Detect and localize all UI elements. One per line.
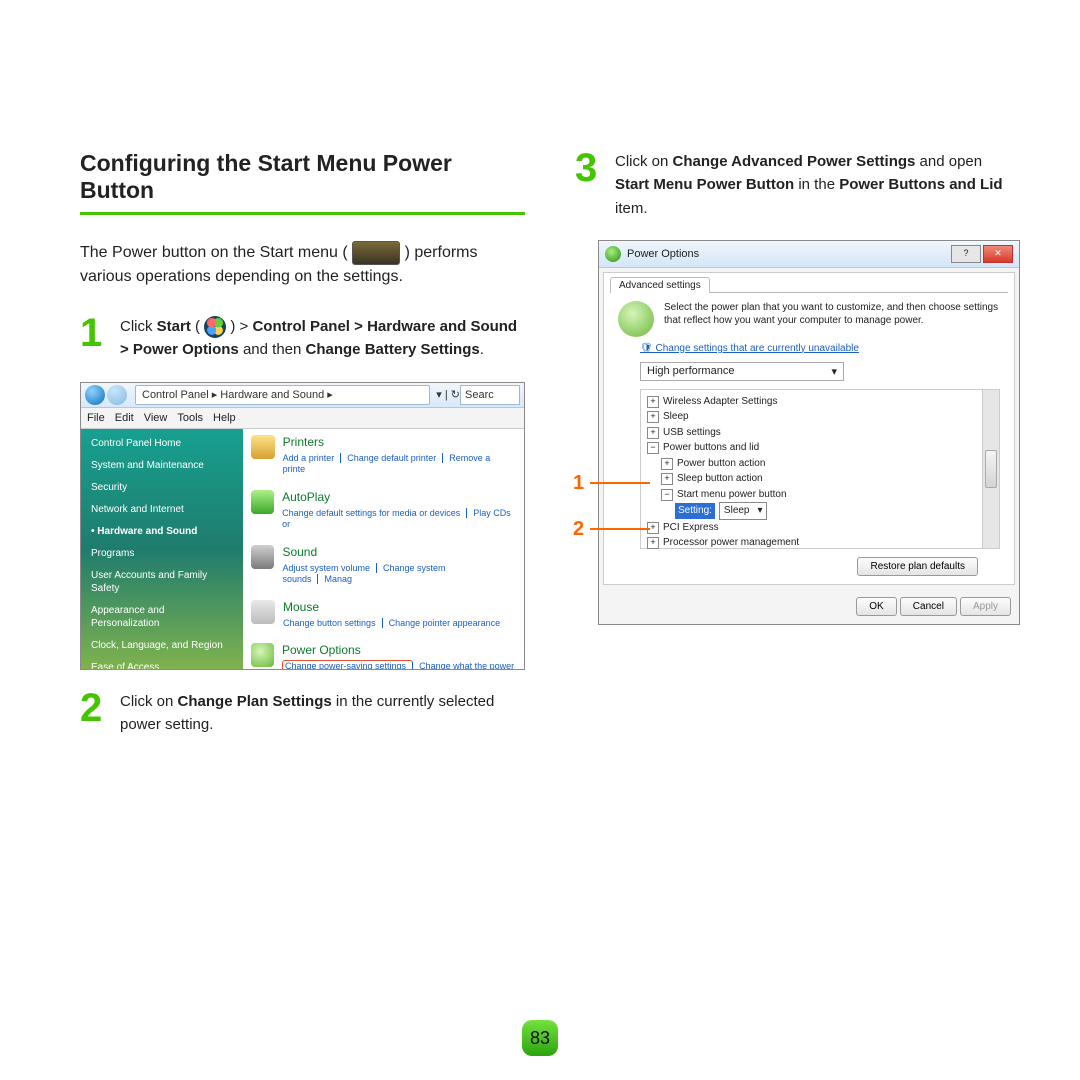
plan-description: Select the power plan that you want to c… <box>664 301 1000 337</box>
back-button-icon <box>85 385 105 405</box>
highlighted-link: Change power-saving settings <box>282 660 413 670</box>
battery-icon <box>618 301 654 337</box>
printer-icon <box>251 435 275 459</box>
scrollbar <box>982 390 999 548</box>
apply-button: Apply <box>960 597 1011 616</box>
ok-button: OK <box>856 597 896 616</box>
power-icon <box>251 643 274 667</box>
dialog-title: Power Options <box>627 248 699 260</box>
menu-bar: FileEditViewToolsHelp <box>81 408 524 429</box>
step-number: 3 <box>575 150 605 220</box>
start-orb-icon <box>204 316 226 338</box>
plan-dropdown: High performance▾ <box>640 362 844 381</box>
help-button-icon: ? <box>951 245 981 263</box>
intro-text: The Power button on the Start menu ( ) p… <box>80 241 525 289</box>
power-button-thumbnail-icon <box>352 241 400 265</box>
forward-button-icon <box>107 385 127 405</box>
tab-advanced-settings: Advanced settings <box>610 277 710 293</box>
section-heading: Configuring the Start Menu Power Button <box>80 150 525 215</box>
cancel-button: Cancel <box>900 597 957 616</box>
content-area: Printers Add a printerChange default pri… <box>243 429 524 669</box>
callout-1: 1 <box>573 472 650 495</box>
page-number: 83 <box>522 1020 558 1056</box>
uac-link: Change settings that are currently unava… <box>640 343 1000 354</box>
control-panel-screenshot: Control Panel ▸ Hardware and Sound ▸ ▾ |… <box>80 382 525 670</box>
step-3: 3 Click on Change Advanced Power Setting… <box>575 150 1020 220</box>
step-number: 2 <box>80 690 110 737</box>
close-button-icon: ✕ <box>983 245 1013 263</box>
power-options-dialog: Power Options ? ✕ Advanced settings Sele… <box>598 240 1020 625</box>
autoplay-icon <box>251 490 274 514</box>
setting-value-dropdown: Sleep <box>719 502 767 520</box>
power-options-icon <box>605 246 621 262</box>
sound-icon <box>251 545 274 569</box>
settings-tree: +Wireless Adapter Settings +Sleep +USB s… <box>640 389 1000 549</box>
address-bar: Control Panel ▸ Hardware and Sound ▸ <box>135 385 430 405</box>
search-box: Searc <box>460 385 520 405</box>
step-2: 2 Click on Change Plan Settings in the c… <box>80 690 525 737</box>
step-1: 1 Click Start ( ) > Control Panel > Hard… <box>80 315 525 362</box>
step-number: 1 <box>80 315 110 362</box>
callout-2: 2 <box>573 518 650 541</box>
restore-defaults-button: Restore plan defaults <box>857 557 978 576</box>
sidebar: Control Panel Home System and Maintenanc… <box>81 429 243 669</box>
mouse-icon <box>251 600 275 624</box>
